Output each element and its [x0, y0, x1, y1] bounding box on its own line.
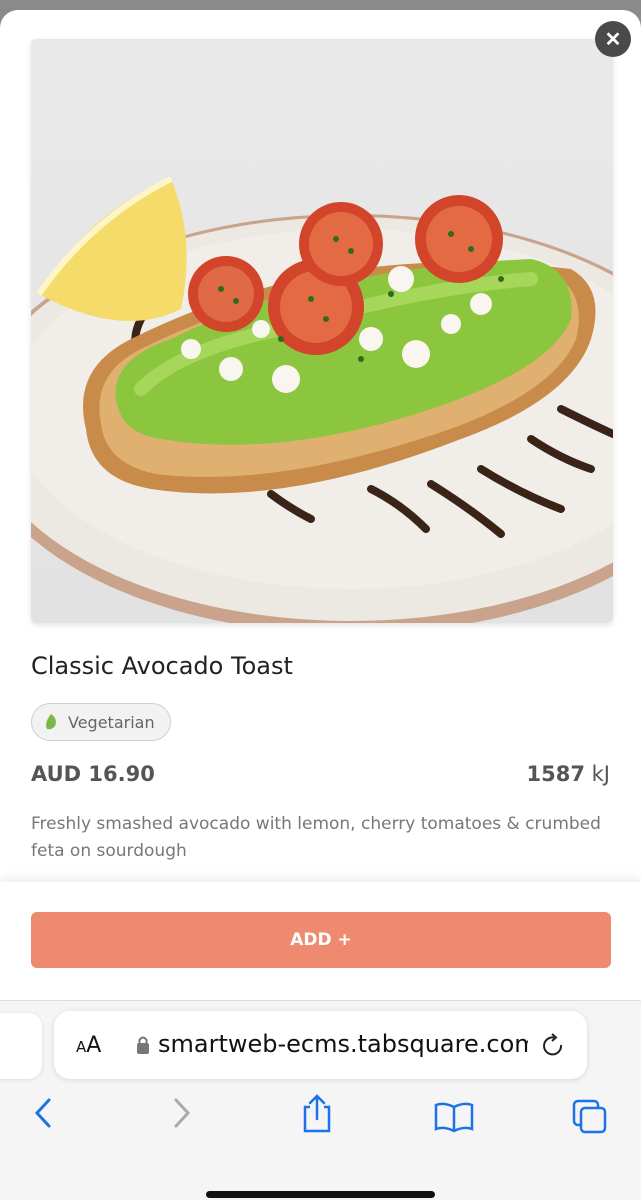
leaf-icon — [46, 714, 56, 730]
product-description: Freshly smashed avocado with lemon, cher… — [31, 814, 601, 861]
product-detail-sheet: ✕ Classic Avocado Toast Vegetarian AUD 1… — [0, 10, 641, 1200]
address-bar[interactable]: AA smartweb-ecms.tabsquare.com — [54, 1011, 587, 1079]
forward-icon[interactable] — [172, 1097, 192, 1129]
tabs-icon[interactable] — [572, 1099, 608, 1135]
add-button[interactable]: ADD + — [31, 912, 611, 968]
url-text[interactable]: smartweb-ecms.tabsquare.com — [158, 1030, 528, 1058]
back-icon[interactable] — [33, 1097, 53, 1129]
previous-tab[interactable] — [0, 1013, 42, 1079]
close-button[interactable]: ✕ — [595, 21, 631, 57]
browser-chrome: AA smartweb-ecms.tabsquare.com — [0, 1000, 641, 1200]
text-size-button[interactable]: AA — [76, 1033, 101, 1058]
vegetarian-badge: Vegetarian — [31, 703, 171, 741]
home-indicator — [206, 1191, 435, 1198]
product-price: AUD 16.90 — [31, 762, 155, 786]
share-icon[interactable] — [300, 1093, 334, 1133]
product-image — [31, 39, 613, 623]
product-title: Classic Avocado Toast — [31, 652, 293, 680]
reload-icon[interactable] — [540, 1033, 566, 1059]
bookmarks-icon[interactable] — [434, 1101, 474, 1133]
lock-icon — [137, 1036, 149, 1054]
footer-bar: ADD + — [0, 882, 641, 1000]
close-icon: ✕ — [604, 28, 622, 51]
energy-value: 1587 kJ — [527, 762, 611, 786]
badge-label: Vegetarian — [68, 712, 155, 732]
energy-number: 1587 — [526, 762, 585, 786]
energy-unit: kJ — [591, 762, 610, 786]
